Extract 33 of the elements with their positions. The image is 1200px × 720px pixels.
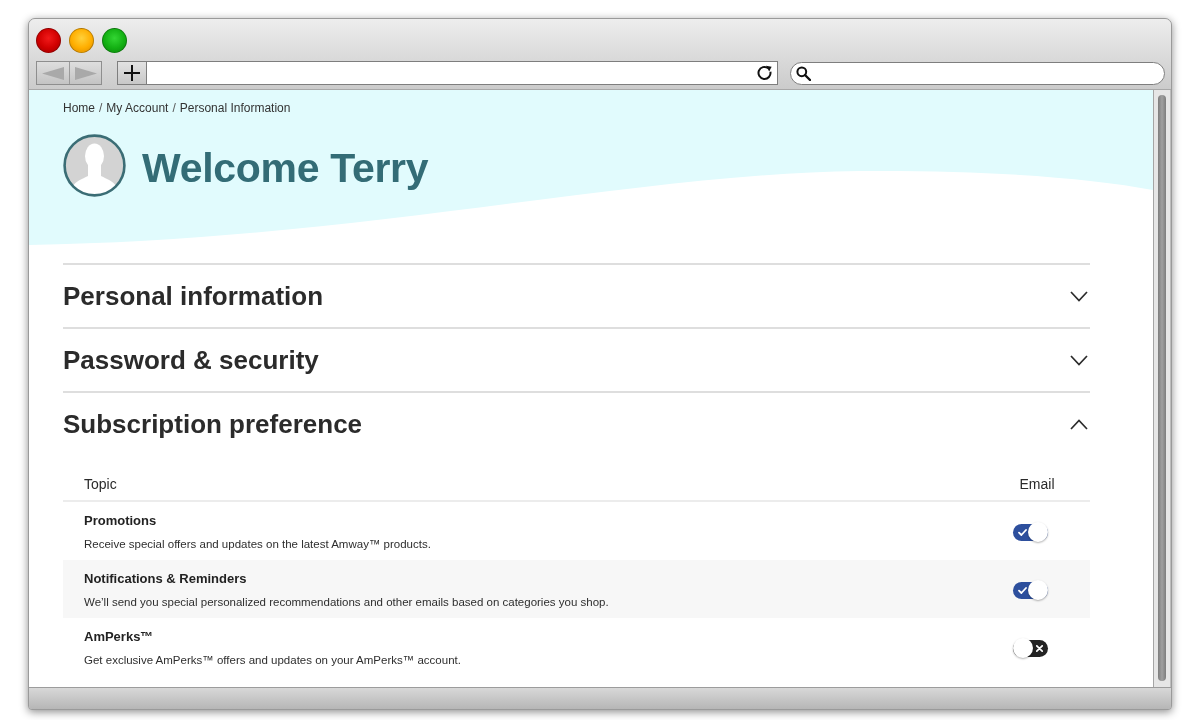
breadcrumb-current-page: Personal Information [179, 101, 291, 115]
x-mark-icon [1036, 644, 1043, 652]
breadcrumb-separator: / [172, 101, 176, 115]
breadcrumb-link[interactable]: My Account [106, 101, 169, 115]
topic-title: Notifications & Reminders [84, 570, 248, 587]
topic-title: AmPerks™ [84, 628, 155, 645]
section-header[interactable]: Password & security [63, 329, 1090, 391]
column-header: Topic [84, 475, 118, 492]
avatar-icon [63, 134, 126, 197]
breadcrumb-link[interactable]: Home [63, 101, 95, 115]
plus-icon [124, 65, 140, 81]
close-window-button[interactable] [36, 28, 61, 53]
welcome-heading: Welcome Terry [142, 143, 429, 192]
scrollbar-thumb[interactable] [1158, 95, 1166, 681]
search-icon [796, 65, 811, 81]
column-header: Email [1018, 475, 1056, 492]
address-field[interactable] [147, 61, 778, 85]
topic-description: We’ll send you special personalized recommendations and other emails based on categories you shop. [84, 595, 610, 610]
breadcrumb-separator: / [99, 101, 103, 115]
topic-description: Get exclusive AmPerks™ offers and updates on your AmPerks™ account. [84, 653, 462, 668]
topic-title: Promotions [84, 512, 158, 529]
zoom-window-button[interactable] [102, 28, 127, 53]
minimize-window-button[interactable] [69, 28, 94, 53]
forward-button[interactable] [69, 62, 101, 84]
section-header[interactable]: Personal information [63, 265, 1090, 327]
email-toggle[interactable] [1013, 637, 1049, 659]
topic-description: Receive special offers and updates on the latest Amway™ products. [84, 537, 432, 552]
new-tab-button[interactable] [117, 61, 147, 85]
reload-icon[interactable] [757, 65, 773, 81]
left-triangle-icon [42, 66, 64, 80]
right-triangle-icon [74, 66, 97, 80]
section-header[interactable]: Subscription preference [63, 393, 1090, 455]
search-field[interactable] [790, 61, 1165, 85]
